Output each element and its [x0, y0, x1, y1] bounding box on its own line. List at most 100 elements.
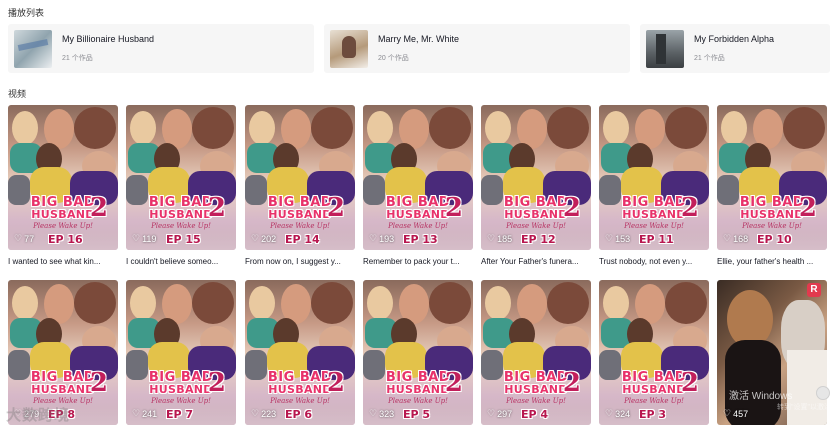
video-card[interactable]: BIG BADHUSBAND2Please Wake Up!EP 7♡241 [126, 280, 236, 425]
video-card[interactable]: BIG BADHUSBAND2Please Wake Up!EP 15♡119 I… [126, 105, 236, 266]
playlist-card-marry-me-mr-white[interactable]: Marry Me, Mr. White 20 个作品 [324, 24, 630, 73]
video-card[interactable]: BIG BADHUSBAND2Please Wake Up!EP 4♡297 [481, 280, 591, 425]
video-thumbnail[interactable]: BIG BADHUSBAND2Please Wake Up!EP 7♡241 [126, 280, 236, 425]
episode-label: EP 5 [403, 408, 431, 421]
heart-icon: ♡ [487, 408, 496, 418]
poster-title-number: 2 [207, 368, 226, 398]
video-card[interactable]: R 激活 Windows 转到"设置"以激活 Windows。 ♡457 [717, 280, 827, 425]
video-caption[interactable]: Ellie, your father's health ... [717, 257, 827, 266]
video-caption[interactable]: Trust nobody, not even y... [599, 257, 709, 266]
poster-figure [311, 282, 353, 324]
poster-figure [429, 282, 471, 324]
episode-label: EP 13 [403, 233, 438, 246]
poster-title-number: 2 [680, 193, 699, 223]
poster-figure [665, 282, 707, 324]
video-thumbnail[interactable]: BIG BADHUSBAND2Please Wake Up!EP 15♡119 [126, 105, 236, 250]
poster-figure [311, 107, 353, 149]
poster-figure [192, 282, 234, 324]
heart-icon: ♡ [132, 233, 141, 243]
episode-label: EP 11 [639, 233, 674, 246]
like-count-value: 457 [733, 408, 749, 419]
like-count-value: 77 [24, 233, 35, 244]
playlist-count: 20 个作品 [378, 55, 409, 62]
video-thumbnail[interactable]: BIG BADHUSBAND2Please Wake Up!EP 6♡223 [245, 280, 355, 425]
windows-activate-watermark: 激活 Windows [729, 391, 793, 402]
heart-icon: ♡ [487, 233, 496, 243]
poster-figure [74, 107, 116, 149]
poster-title-number: 2 [798, 193, 817, 223]
playlist-count: 21 个作品 [62, 55, 93, 62]
heart-icon: ♡ [605, 233, 614, 243]
like-count-value: 223 [261, 408, 277, 419]
episode-label: EP 3 [639, 408, 667, 421]
poster-figure [603, 286, 629, 320]
poster-figure [12, 111, 38, 145]
poster-figure [74, 282, 116, 324]
like-count: ♡ 168 [723, 233, 748, 244]
like-count: ♡ 324 [605, 408, 630, 419]
video-caption[interactable]: Remember to pack your t... [363, 257, 473, 266]
heart-icon: ♡ [723, 408, 732, 418]
video-thumbnail[interactable]: BIG BADHUSBAND2Please Wake Up!EP 14♡202 [245, 105, 355, 250]
poster-title-number: 2 [562, 368, 581, 398]
like-count: ♡ 241 [132, 408, 157, 419]
video-thumbnail[interactable]: BIG BADHUSBAND2Please Wake Up!EP 16♡77 [8, 105, 118, 250]
video-thumbnail[interactable]: BIG BADHUSBAND2Please Wake Up!EP 12♡185 [481, 105, 591, 250]
video-thumbnail[interactable]: BIG BADHUSBAND2Please Wake Up!EP 5♡323 [363, 280, 473, 425]
video-card[interactable]: BIG BADHUSBAND2Please Wake Up!EP 5♡323 [363, 280, 473, 425]
corner-watermark-logo: 大数跨境 [6, 407, 71, 424]
poster-title-number: 2 [326, 193, 345, 223]
like-count: ♡ 77 [14, 233, 34, 244]
video-thumbnail[interactable]: BIG BADHUSBAND2Please Wake Up!EP 11♡153 [599, 105, 709, 250]
scroll-to-top-button[interactable] [816, 386, 830, 400]
video-caption[interactable]: I wanted to see what kin... [8, 257, 118, 266]
episode-label: EP 7 [166, 408, 194, 421]
video-card[interactable]: BIG BADHUSBAND2Please Wake Up!EP 10♡168 E… [717, 105, 827, 266]
poster-figure [665, 107, 707, 149]
video-caption[interactable]: After Your Father's funera... [481, 257, 591, 266]
video-thumbnail[interactable]: BIG BADHUSBAND2Please Wake Up!EP 4♡297 [481, 280, 591, 425]
heart-icon: ♡ [605, 408, 614, 418]
playlist-info: Marry Me, Mr. White 20 个作品 [378, 34, 459, 63]
heart-icon: ♡ [369, 233, 378, 243]
video-caption[interactable]: I couldn't believe someo... [126, 257, 236, 266]
like-count-value: 119 [142, 233, 157, 244]
video-card[interactable]: BIG BADHUSBAND2Please Wake Up!EP 13♡193R… [363, 105, 473, 266]
poster-figure [783, 107, 825, 149]
poster-figure [249, 286, 275, 320]
video-thumbnail[interactable]: BIG BADHUSBAND2Please Wake Up!EP 3♡324 [599, 280, 709, 425]
channel-badge: R [807, 283, 821, 297]
playlist-info: My Billionaire Husband 21 个作品 [62, 34, 154, 63]
video-thumbnail[interactable]: BIG BADHUSBAND2Please Wake Up!EP 13♡193 [363, 105, 473, 250]
video-thumbnail[interactable]: BIG BADHUSBAND2Please Wake Up!EP 10♡168 [717, 105, 827, 250]
video-card[interactable]: BIG BADHUSBAND2Please Wake Up!EP 12♡185A… [481, 105, 591, 266]
like-count-value: 241 [142, 408, 158, 419]
heart-icon: ♡ [14, 233, 23, 243]
poster-figure [367, 111, 393, 145]
video-card[interactable]: BIG BADHUSBAND2Please Wake Up!EP 11♡153T… [599, 105, 709, 266]
poster-figure [721, 111, 747, 145]
playlist-card-my-billionaire-husband[interactable]: My Billionaire Husband 21 个作品 [8, 24, 314, 73]
like-count: ♡ 185 [487, 233, 512, 244]
video-card[interactable]: BIG BADHUSBAND2Please Wake Up!EP 3♡324 [599, 280, 709, 425]
poster-figure [12, 286, 38, 320]
like-count: ♡ 202 [251, 233, 276, 244]
video-thumbnail[interactable]: R 激活 Windows 转到"设置"以激活 Windows。 ♡457 [717, 280, 827, 425]
poster-figure [192, 107, 234, 149]
episode-label: EP 12 [521, 233, 556, 246]
like-count: ♡ 119 [132, 233, 156, 244]
video-caption[interactable]: From now on, I suggest y... [245, 257, 355, 266]
video-card[interactable]: BIG BADHUSBAND2Please Wake Up!EP 16♡77 I … [8, 105, 118, 266]
video-card[interactable]: BIG BADHUSBAND2Please Wake Up!EP 14♡202 F… [245, 105, 355, 266]
poster-figure [547, 282, 589, 324]
poster-title-number: 2 [89, 368, 108, 398]
heart-icon: ♡ [723, 233, 732, 243]
video-card[interactable]: BIG BADHUSBAND2Please Wake Up!EP 6♡223 [245, 280, 355, 425]
heart-icon: ♡ [251, 408, 260, 418]
like-count: ♡ 297 [487, 408, 512, 419]
playlist-thumbnail [330, 29, 368, 68]
poster-figure [485, 286, 511, 320]
poster-figure [547, 107, 589, 149]
like-count-value: 185 [497, 233, 513, 244]
playlist-card-my-forbidden-alpha[interactable]: My Forbidden Alpha 21 个作品 [640, 24, 830, 73]
